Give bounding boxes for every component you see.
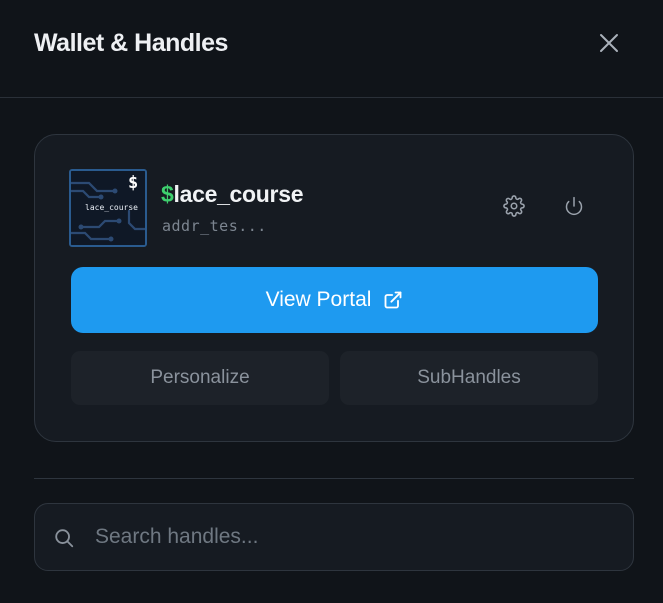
handle-prefix: $ [161,181,174,207]
close-icon [600,34,618,52]
avatar-label: lace_course [85,203,138,212]
search-icon-wrapper [53,527,75,549]
section-divider [34,478,634,479]
avatar-symbol: $ [128,173,139,193]
view-portal-label: View Portal [265,288,372,311]
personalize-label: Personalize [150,367,250,388]
handle-card: $ lace_course $lace_course addr_tes... V… [34,134,634,442]
handle-name: $lace_course [161,181,303,208]
personalize-button[interactable]: Personalize [71,351,329,405]
close-button[interactable] [596,30,622,56]
search-box[interactable] [34,503,634,571]
power-icon [565,196,583,216]
disconnect-button[interactable] [561,193,587,219]
view-portal-button[interactable]: View Portal [71,267,598,333]
handle-avatar[interactable]: $ lace_course [69,169,147,247]
search-icon [55,529,74,548]
wallet-address: addr_tes... [162,217,267,235]
external-link-icon [385,291,402,309]
modal-title: Wallet & Handles [34,29,228,57]
search-input[interactable] [95,504,615,570]
handle-name-text: lace_course [173,181,304,207]
modal-header: Wallet & Handles [0,0,663,98]
subhandles-label: SubHandles [417,367,521,388]
subhandles-button[interactable]: SubHandles [340,351,598,405]
settings-button[interactable] [501,193,527,219]
gear-icon [503,195,525,217]
